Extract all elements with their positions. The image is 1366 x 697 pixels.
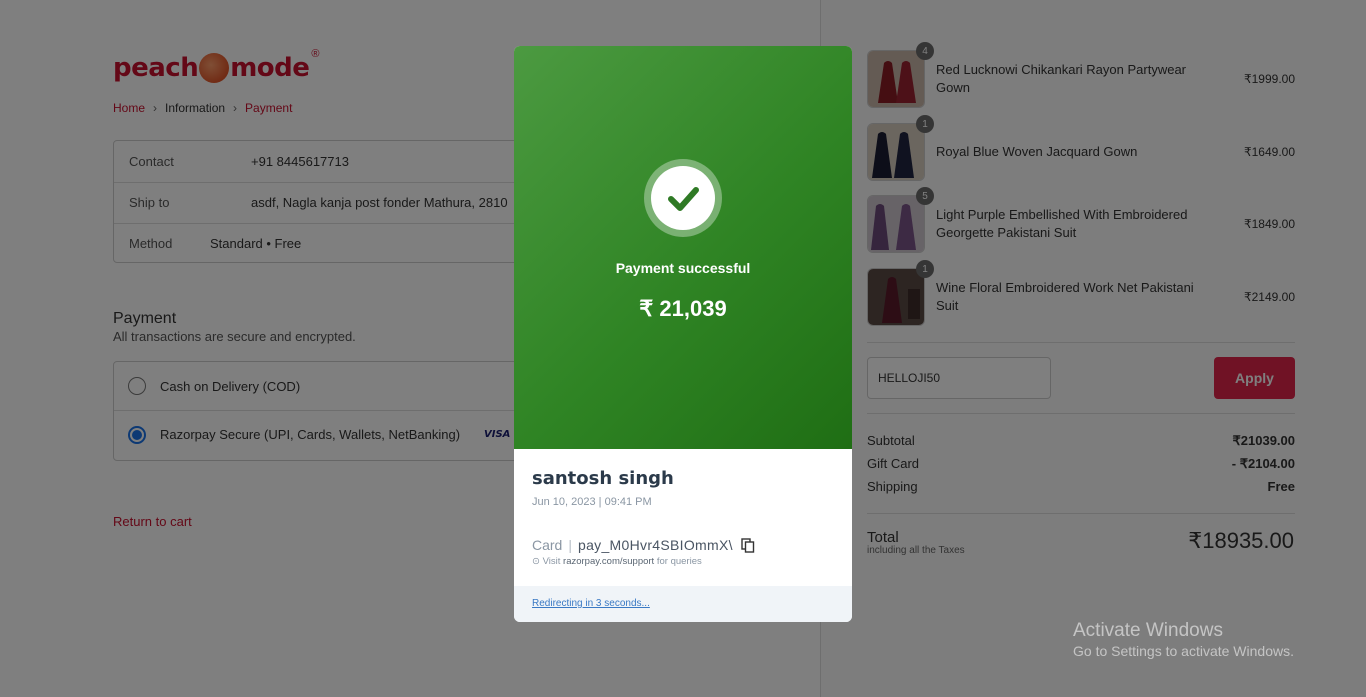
payment-method: Card [532,537,563,553]
payment-status: Payment successful [615,260,751,276]
activate-windows-title: Activate Windows [1073,620,1223,641]
payment-amount: ₹ 21,039 [639,296,727,321]
payment-success-modal: Payment successful ₹ 21,039 santosh sing… [514,46,852,622]
redirect-link[interactable]: Redirecting in 3 seconds... [532,598,650,609]
customer-name: santosh singh [532,468,674,489]
modal-footer: Redirecting in 3 seconds... [514,586,852,622]
info-icon: ⊙ [532,556,540,567]
checkmark-icon [651,166,715,230]
support-prefix: Visit [542,556,561,567]
copy-icon[interactable] [741,537,755,553]
success-header: Payment successful ₹ 21,039 [514,46,852,449]
success-check-ring [644,159,722,237]
separator: | [568,537,572,553]
activate-windows-subtitle: Go to Settings to activate Windows. [1073,643,1294,659]
support-suffix: for queries [656,556,702,567]
support-note: ⊙ Visit razorpay.com/support for queries [532,556,702,567]
payment-date: Jun 10, 2023 | 09:41 PM [532,496,652,508]
support-link[interactable]: razorpay.com/support [563,556,654,567]
payment-method-line: Card | pay_M0Hvr4SBIOmmX\ [532,537,755,553]
payment-id: pay_M0Hvr4SBIOmmX\ [578,537,733,553]
